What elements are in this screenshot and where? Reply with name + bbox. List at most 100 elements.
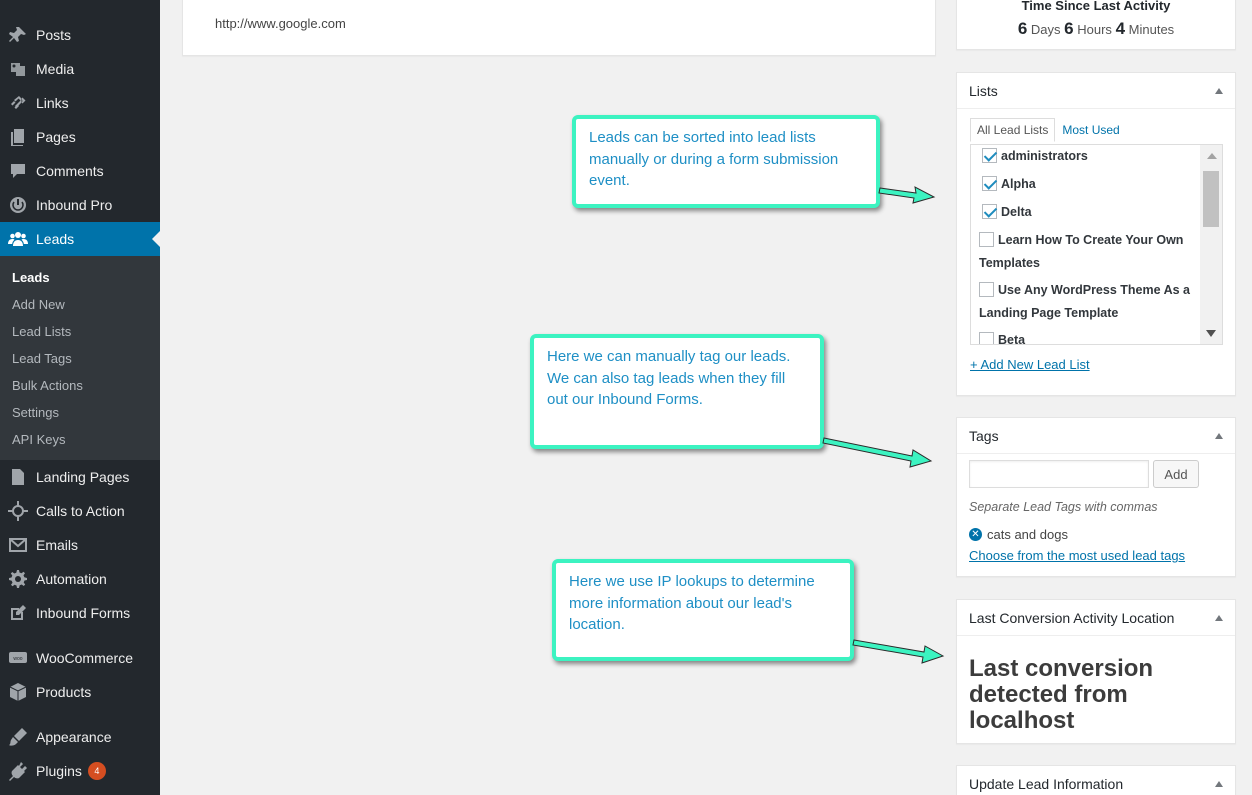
submenu-leads[interactable]: Leads: [12, 270, 50, 285]
menu-landing-pages[interactable]: Landing Pages: [0, 460, 160, 494]
location-title: Last Conversion Activity Location: [969, 609, 1175, 626]
checkbox[interactable]: [982, 204, 997, 219]
website-panel: http://www.google.com: [182, 0, 936, 56]
menu-calls-to-action[interactable]: Calls to Action: [0, 494, 160, 528]
tab-most-used[interactable]: Most Used: [1055, 118, 1126, 142]
submenu-api-keys[interactable]: API Keys: [12, 432, 65, 447]
menu-comments[interactable]: Comments: [0, 154, 160, 188]
tags-header[interactable]: Tags: [957, 418, 1235, 454]
list-item[interactable]: administrators: [982, 145, 1197, 168]
menu-posts[interactable]: Posts: [0, 18, 160, 52]
document-icon: [0, 467, 36, 487]
plug-icon: [0, 761, 36, 781]
menu-pages[interactable]: Pages: [0, 120, 160, 154]
gear-icon: [0, 569, 36, 589]
menu-inbound-forms[interactable]: Inbound Forms: [0, 596, 160, 630]
list-item[interactable]: Delta: [982, 201, 1197, 224]
svg-text:woo: woo: [13, 656, 22, 662]
submenu-lead-tags[interactable]: Lead Tags: [12, 351, 72, 366]
menu-emails[interactable]: Emails: [0, 528, 160, 562]
add-tag-button[interactable]: Add: [1153, 460, 1199, 488]
arrow-lists: [878, 186, 936, 204]
location-header[interactable]: Last Conversion Activity Location: [957, 600, 1235, 636]
activity-minutes-label: Minutes: [1128, 22, 1175, 37]
menu-products[interactable]: Products: [0, 675, 160, 709]
tab-all-lead-lists[interactable]: All Lead Lists: [970, 118, 1056, 142]
callout-location: Here we use IP lookups to determine more…: [552, 559, 854, 661]
box-icon: [0, 682, 36, 702]
active-indicator: [152, 231, 160, 247]
activity-hours-label: Hours: [1077, 22, 1112, 37]
checkbox[interactable]: [979, 232, 994, 247]
menu-leads[interactable]: Leads: [0, 222, 160, 256]
brush-icon: [0, 727, 36, 747]
edit-icon: [0, 603, 36, 623]
checkbox[interactable]: [979, 332, 994, 344]
collapse-arrow-icon[interactable]: [1215, 432, 1223, 439]
tag-hint: Separate Lead Tags with commas: [969, 500, 1158, 514]
email-icon: [0, 535, 36, 555]
woo-icon: woo: [0, 648, 36, 668]
lists-tabs: All Lead Lists Most Used: [970, 118, 1127, 142]
arrow-tags: [822, 437, 933, 468]
lead-lists-checklist: administrators Alpha Delta Learn How To …: [970, 144, 1223, 345]
remove-tag-icon[interactable]: ✕: [969, 528, 982, 541]
callout-lists: Leads can be sorted into lead lists manu…: [572, 115, 880, 208]
menu-woocommerce[interactable]: woo WooCommerce: [0, 641, 160, 675]
activity-minutes: 4: [1115, 19, 1126, 38]
collapse-arrow-icon[interactable]: [1215, 87, 1223, 94]
activity-hours: 6: [1064, 19, 1074, 38]
callout-location-text: Here we use IP lookups to determine more…: [569, 573, 815, 633]
location-message: Last conversion detected from localhost: [969, 655, 1154, 734]
list-item[interactable]: Beta: [979, 329, 1194, 344]
comments-icon: [0, 161, 36, 181]
location-box: Last Conversion Activity Location Last c…: [956, 599, 1236, 744]
lists-header[interactable]: Lists: [957, 73, 1235, 109]
tags-box: Tags Add Separate Lead Tags with commas …: [956, 417, 1236, 577]
checkbox[interactable]: [982, 176, 997, 191]
lists-box: Lists All Lead Lists Most Used administr…: [956, 72, 1236, 396]
list-item[interactable]: Alpha: [982, 173, 1197, 196]
list-scrollbar[interactable]: [1200, 145, 1222, 344]
menu-automation[interactable]: Automation: [0, 562, 160, 596]
checkbox[interactable]: [979, 282, 994, 297]
update-header[interactable]: Update Lead Information: [957, 766, 1235, 795]
scroll-up-icon[interactable]: [1207, 153, 1217, 159]
menu-links[interactable]: Links: [0, 86, 160, 120]
users-icon: [0, 229, 36, 249]
callout-tags-text: Here we can manually tag our leads. We c…: [547, 348, 791, 408]
callout-tags: Here we can manually tag our leads. We c…: [530, 334, 824, 449]
menu-plugins[interactable]: Plugins 4: [0, 754, 160, 788]
pin-icon: [0, 25, 36, 45]
submenu-lead-lists[interactable]: Lead Lists: [12, 324, 71, 339]
menu-appearance[interactable]: Appearance: [0, 720, 160, 754]
list-item[interactable]: Learn How To Create Your Own Templates: [979, 229, 1194, 275]
tag-item: ✕ cats and dogs: [969, 527, 1068, 542]
checkbox[interactable]: [982, 148, 997, 163]
submenu-add-new[interactable]: Add New: [12, 297, 65, 312]
scroll-thumb[interactable]: [1203, 171, 1219, 227]
tag-label: cats and dogs: [987, 527, 1068, 542]
collapse-arrow-icon[interactable]: [1215, 614, 1223, 621]
leads-submenu: Leads Add New Lead Lists Lead Tags Bulk …: [0, 256, 160, 460]
list-item[interactable]: Use Any WordPress Theme As a Landing Pag…: [979, 279, 1194, 325]
arrow-location: [852, 639, 945, 664]
activity-box: Time Since Last Activity 6 Days 6 Hours …: [956, 0, 1236, 50]
link-icon: [0, 93, 36, 113]
website-url[interactable]: http://www.google.com: [215, 16, 346, 31]
admin-sidebar: Posts Media Links Pages Comments Inbound…: [0, 0, 160, 795]
collapse-arrow-icon[interactable]: [1215, 780, 1223, 787]
scroll-down-icon[interactable]: [1206, 330, 1216, 337]
activity-days-label: Days: [1030, 22, 1061, 37]
tags-title: Tags: [969, 427, 999, 444]
menu-inbound-pro[interactable]: Inbound Pro: [0, 188, 160, 222]
submenu-bulk-actions[interactable]: Bulk Actions: [12, 378, 83, 393]
pages-icon: [0, 127, 36, 147]
tag-input[interactable]: [969, 460, 1149, 488]
choose-most-used-tags-link[interactable]: Choose from the most used lead tags: [969, 548, 1185, 563]
activity-value: 6 Days 6 Hours 4 Minutes: [957, 19, 1235, 39]
add-new-lead-list-link[interactable]: + Add New Lead List: [970, 357, 1090, 372]
power-icon: [0, 195, 36, 215]
submenu-settings[interactable]: Settings: [12, 405, 59, 420]
menu-media[interactable]: Media: [0, 52, 160, 86]
